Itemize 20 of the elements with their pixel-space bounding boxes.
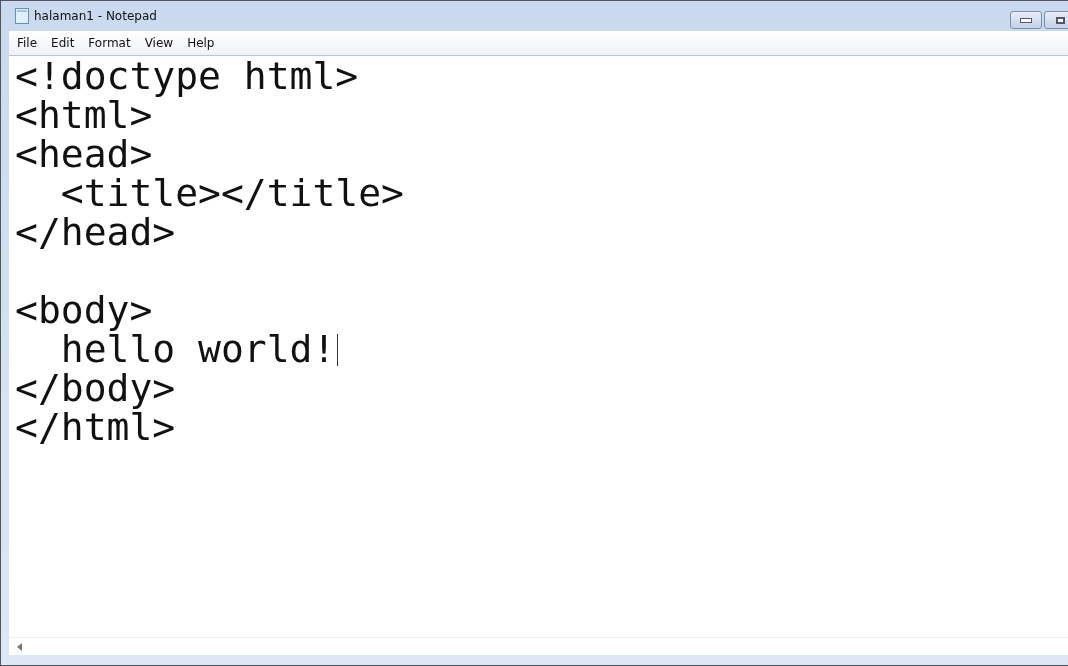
code-line: <html> — [15, 96, 153, 135]
menu-item[interactable]: Edit — [44, 33, 82, 53]
menu-item[interactable]: Format — [81, 33, 138, 53]
maximize-button[interactable] — [1044, 11, 1068, 29]
notepad-icon — [15, 8, 29, 24]
scroll-left-icon[interactable] — [17, 642, 23, 651]
horizontal-scrollbar[interactable] — [9, 637, 1068, 655]
window-title: halaman1 - Notepad — [34, 9, 157, 23]
menu-item[interactable]: View — [137, 33, 181, 53]
text-editor[interactable]: <!doctype html> <html> <head> <title></title> </head> <body> hello world! </body> </html> — [9, 56, 1068, 637]
code-line: </body> — [15, 369, 177, 408]
code-line: <body> — [15, 291, 154, 330]
code-line: </head> — [15, 213, 177, 252]
code-line: <!doctype html> — [15, 57, 360, 96]
menu-item[interactable]: Help — [180, 33, 222, 53]
menu-item[interactable]: File — [9, 33, 45, 53]
minimize-button[interactable] — [1010, 11, 1042, 29]
code-line: <head> — [15, 135, 154, 174]
code-line: </html> — [15, 408, 177, 447]
code-line: <title></title> — [59, 174, 405, 213]
